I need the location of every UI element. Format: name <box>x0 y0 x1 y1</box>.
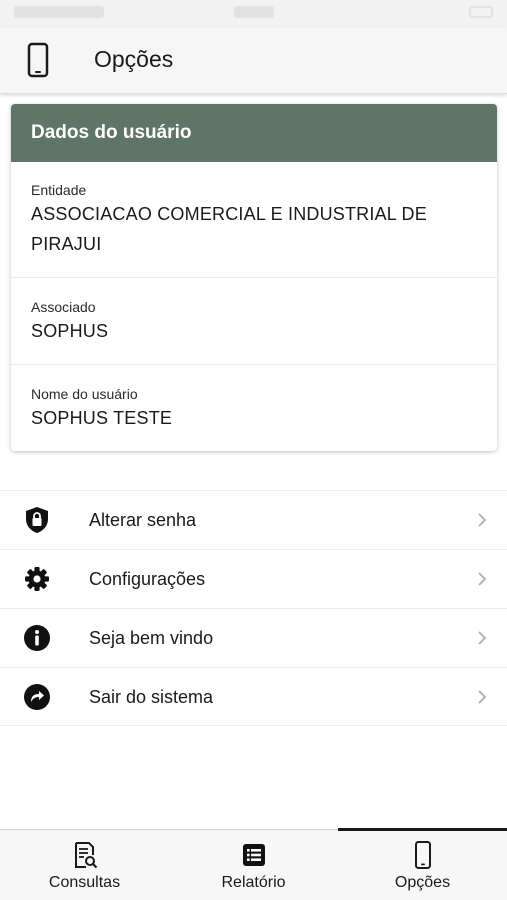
menu-item-label: Configurações <box>89 569 206 589</box>
status-bar <box>0 0 507 28</box>
active-tab-indicator <box>338 828 507 831</box>
tab-label: Relatório <box>221 874 286 891</box>
chevron-right-icon <box>478 513 487 527</box>
battery-icon <box>469 6 493 18</box>
gear-icon <box>25 567 49 591</box>
carrier-indicator <box>14 6 104 18</box>
chevron-right-icon <box>478 690 487 704</box>
menu-item-sair-do-sistema[interactable]: Sair do sistema <box>0 667 507 726</box>
field-label: Nome do usuário <box>31 386 138 402</box>
tab-label: Opções <box>394 874 451 891</box>
field-value: ASSOCIACAO COMERCIAL E INDUSTRIAL DE PIR… <box>31 204 427 254</box>
menu-item-label: Seja bem vindo <box>89 628 214 648</box>
app-header: Opções <box>0 28 507 94</box>
card-title: Dados do usuário <box>31 122 192 143</box>
tab-consultas[interactable]: Consultas <box>0 830 169 900</box>
chevron-right-icon <box>478 572 487 586</box>
info-icon <box>24 625 50 651</box>
field-associado: Associado SOPHUS <box>11 278 497 365</box>
menu-item-alterar-senha[interactable]: Alterar senha <box>0 490 507 549</box>
field-label: Associado <box>31 299 96 315</box>
tab-opcoes[interactable]: Opções <box>338 828 507 900</box>
list-icon <box>243 844 265 866</box>
shield-lock-icon <box>26 507 48 533</box>
options-menu: Alterar senha Configurações Seja bem vin… <box>0 490 507 726</box>
field-value: SOPHUS <box>31 321 109 341</box>
document-search-icon <box>75 842 98 869</box>
menu-item-label: Sair do sistema <box>89 687 214 707</box>
field-entidade: Entidade ASSOCIACAO COMERCIAL E INDUSTRI… <box>11 162 497 278</box>
user-data-card-header: Dados do usuário <box>11 104 497 162</box>
share-arrow-icon <box>24 684 50 710</box>
menu-item-seja-bem-vindo[interactable]: Seja bem vindo <box>0 608 507 667</box>
tab-relatorio[interactable]: Relatório <box>169 830 338 900</box>
field-label: Entidade <box>31 182 87 198</box>
page-title: Opções <box>94 46 174 72</box>
field-nome-usuario: Nome do usuário SOPHUS TESTE <box>11 365 497 451</box>
bottom-tab-bar: Consultas Relatório Opções <box>0 828 507 900</box>
tab-label: Consultas <box>48 874 121 891</box>
phone-icon <box>415 841 431 869</box>
menu-item-label: Alterar senha <box>89 510 197 530</box>
status-time <box>234 6 274 18</box>
phone-icon <box>27 42 49 78</box>
menu-item-configuracoes[interactable]: Configurações <box>0 549 507 608</box>
chevron-right-icon <box>478 631 487 645</box>
user-data-card: Dados do usuário Entidade ASSOCIACAO COM… <box>11 104 497 451</box>
field-value: SOPHUS TESTE <box>31 408 173 428</box>
